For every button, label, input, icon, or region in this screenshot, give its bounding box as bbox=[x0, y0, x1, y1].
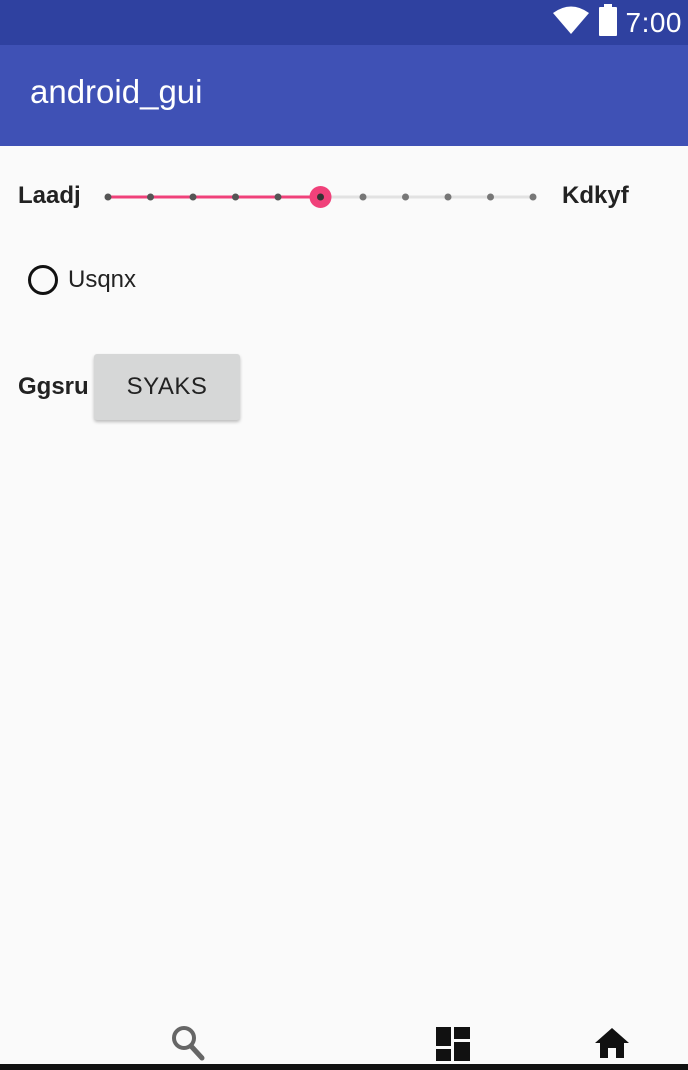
ggsru-label: Ggsru bbox=[18, 373, 89, 400]
seekbar-tick bbox=[189, 193, 197, 201]
app-bar: android_gui bbox=[0, 45, 688, 146]
status-icons: 7:00 bbox=[552, 0, 683, 45]
dashboard-icon[interactable] bbox=[436, 1027, 470, 1066]
seekbar-tick bbox=[274, 193, 282, 201]
seekbar-thumb-tick bbox=[317, 193, 324, 201]
seekbar-tick bbox=[232, 193, 239, 201]
battery-icon bbox=[598, 4, 618, 41]
seekbar-row: Laadj Kdkyf bbox=[0, 170, 688, 224]
radio-label: Usqnx bbox=[68, 266, 137, 293]
status-time: 7:00 bbox=[625, 6, 682, 38]
seekbar-tick bbox=[487, 193, 494, 201]
syaks-button[interactable]: SYAKS bbox=[94, 354, 240, 420]
radio-button[interactable] bbox=[28, 265, 58, 295]
app-title: android_gui bbox=[30, 73, 203, 110]
wifi-icon bbox=[552, 5, 590, 40]
home-icon[interactable] bbox=[594, 1027, 630, 1064]
seekbar-start-label: Laadj bbox=[18, 182, 81, 209]
status-bar: 7:00 bbox=[0, 0, 688, 45]
bottom-edge bbox=[0, 1064, 688, 1070]
seekbar-tick bbox=[147, 193, 154, 201]
search-icon[interactable] bbox=[170, 1024, 206, 1067]
seekbar-tick bbox=[402, 193, 409, 201]
seekbar-tick bbox=[529, 193, 537, 201]
seekbar-tick bbox=[104, 193, 112, 201]
discrete-seekbar[interactable] bbox=[100, 182, 545, 212]
seekbar-end-label: Kdkyf bbox=[562, 182, 629, 209]
radio-option-usqnx[interactable]: Usqnx bbox=[28, 258, 136, 302]
seekbar-tick bbox=[359, 193, 367, 201]
seekbar-tick bbox=[444, 193, 452, 201]
